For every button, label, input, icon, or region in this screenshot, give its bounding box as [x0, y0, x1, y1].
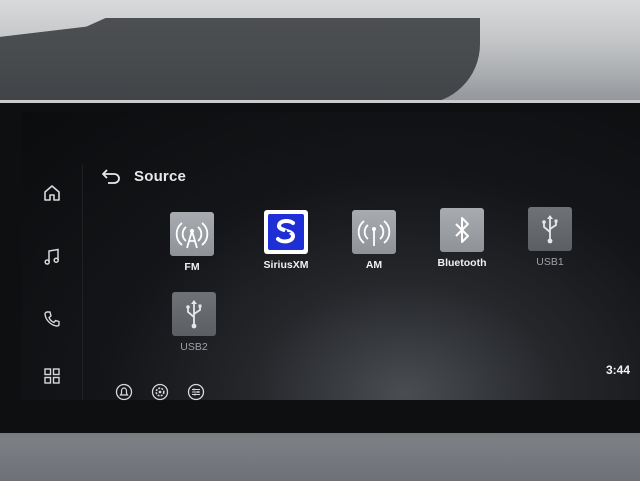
- source-tile-fm[interactable]: FM: [152, 212, 232, 282]
- settings-gear-icon: [151, 383, 169, 401]
- source-tile-usb1[interactable]: USB1: [510, 207, 590, 277]
- home-button[interactable]: [38, 179, 66, 207]
- phone-icon: [44, 311, 60, 327]
- siriusxm-logo-icon: [268, 214, 304, 250]
- radio-antenna-icon: [357, 220, 391, 246]
- source-tile-siriusxm[interactable]: SiriusXM: [246, 210, 326, 280]
- source-label: SiriusXM: [263, 259, 309, 271]
- back-arrow-icon: [102, 169, 120, 184]
- source-label: USB2: [180, 341, 208, 353]
- music-button[interactable]: [38, 243, 66, 271]
- equalizer-button[interactable]: [186, 382, 206, 402]
- page-header: Source: [100, 163, 186, 189]
- source-tile-usb2[interactable]: USB2: [154, 292, 234, 362]
- windshield-shadow: [0, 18, 480, 104]
- siriusxm-icon-frame: [264, 210, 308, 254]
- home-icon: [44, 185, 60, 201]
- usb1-icon-frame: [528, 207, 572, 251]
- bluetooth-icon-frame: [440, 208, 484, 252]
- usb-icon: [542, 215, 558, 244]
- music-note-icon: [44, 248, 59, 265]
- equalizer-icon: [187, 383, 205, 401]
- grid-apps-icon: [44, 368, 60, 384]
- apps-button[interactable]: [38, 362, 66, 390]
- alert-bell-icon: [115, 383, 133, 401]
- page-title: Source: [134, 167, 187, 185]
- alert-button[interactable]: [114, 382, 134, 402]
- source-tile-bluetooth[interactable]: Bluetooth: [422, 208, 502, 278]
- source-label: AM: [365, 259, 383, 271]
- left-nav-rail: [22, 165, 83, 400]
- source-label: Bluetooth: [437, 257, 487, 269]
- source-label: USB1: [536, 256, 564, 268]
- clock-time: 3:44: [606, 363, 631, 377]
- am-icon-frame: [352, 210, 396, 254]
- phone-button[interactable]: [38, 305, 66, 333]
- usb2-icon-frame: [172, 292, 216, 336]
- usb-icon: [186, 300, 202, 329]
- back-button[interactable]: [100, 165, 122, 187]
- fm-icon-frame: [170, 212, 214, 256]
- radio-antenna-icon: [175, 222, 209, 249]
- settings-button[interactable]: [150, 382, 170, 402]
- source-label: FM: [184, 261, 200, 273]
- source-tile-am[interactable]: AM: [334, 210, 414, 280]
- bluetooth-icon: [455, 217, 469, 243]
